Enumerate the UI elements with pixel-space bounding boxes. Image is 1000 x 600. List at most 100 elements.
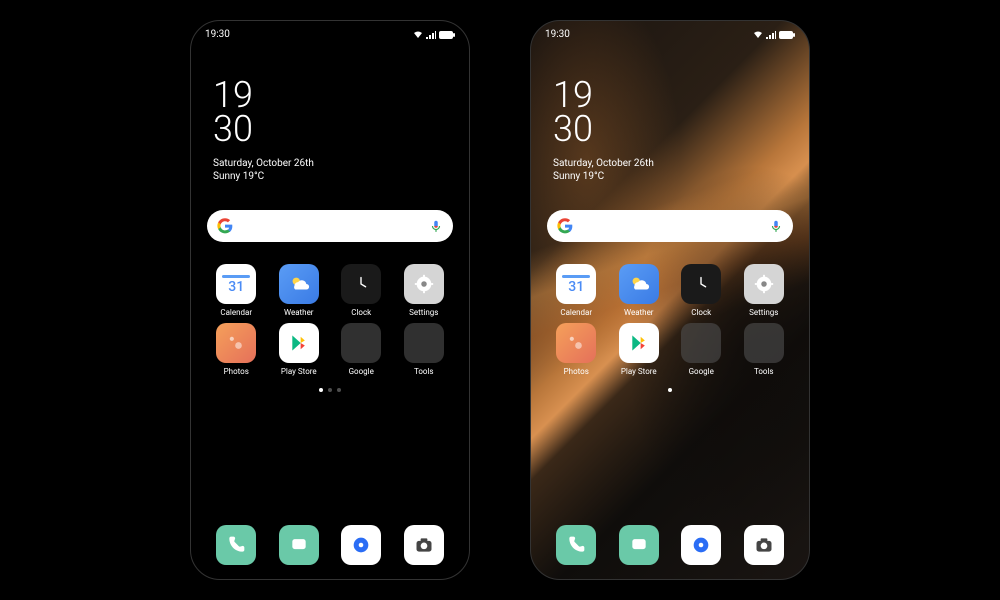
battery-icon <box>439 31 455 39</box>
dock <box>547 525 793 565</box>
page-dot <box>328 388 332 392</box>
battery-icon <box>779 31 795 39</box>
app-label: Weather <box>284 308 314 317</box>
status-time: 19:30 <box>205 29 230 40</box>
clock-minute: 30 <box>213 112 447 146</box>
home-icon-grid: 31 Calendar Weather Clock Settings Photo… <box>531 242 809 376</box>
clock-widget[interactable]: 19 30 Saturday, October 26th Sunny 19°C <box>531 48 809 182</box>
signal-icon <box>766 31 776 39</box>
clock-icon <box>690 273 712 295</box>
gear-icon <box>413 273 435 295</box>
google-logo-icon <box>217 218 233 234</box>
phone-screenshot-dark: 19:30 19 30 Saturday, October 26th Sunny… <box>190 20 470 580</box>
clock-date: Saturday, October 26th <box>553 158 787 169</box>
app-label: Photos <box>564 367 589 376</box>
camera-icon <box>414 535 434 555</box>
app-label: Calendar <box>560 308 592 317</box>
dock-messages[interactable] <box>619 525 659 565</box>
status-time: 19:30 <box>545 29 570 40</box>
page-dot <box>319 388 323 392</box>
app-label: Settings <box>749 308 778 317</box>
folder-icon <box>341 323 381 363</box>
home-icon-grid: 31 Calendar Weather Clock Settings Photo… <box>191 242 469 376</box>
app-weather[interactable]: Weather <box>270 264 329 317</box>
messages-icon <box>289 535 309 555</box>
search-bar[interactable] <box>207 210 453 242</box>
gear-icon <box>753 273 775 295</box>
app-label: Settings <box>409 308 438 317</box>
app-clock[interactable]: Clock <box>332 264 391 317</box>
page-dot <box>337 388 341 392</box>
dock-phone[interactable] <box>556 525 596 565</box>
weather-icon <box>288 273 310 295</box>
google-logo-icon <box>557 218 573 234</box>
app-settings[interactable]: Settings <box>395 264 454 317</box>
status-icons <box>413 31 455 39</box>
clock-date: Saturday, October 26th <box>213 158 447 169</box>
photos-icon <box>566 333 586 353</box>
dock-camera[interactable] <box>404 525 444 565</box>
app-label: Google <box>689 367 714 376</box>
app-calendar[interactable]: 31 Calendar <box>547 264 606 317</box>
app-label: Tools <box>414 367 434 376</box>
play-store-icon <box>629 333 649 353</box>
clock-icon <box>350 273 372 295</box>
app-play-store[interactable]: Play Store <box>610 323 669 376</box>
status-bar: 19:30 <box>531 21 809 48</box>
dock <box>207 525 453 565</box>
search-bar[interactable] <box>547 210 793 242</box>
voice-search-icon[interactable] <box>769 219 783 233</box>
phone-screenshot-wallpaper: 19:30 19 30 Saturday, October 26th Sunny… <box>530 20 810 580</box>
folder-tools[interactable]: Tools <box>735 323 794 376</box>
camera-icon <box>754 535 774 555</box>
folder-tools[interactable]: Tools <box>395 323 454 376</box>
page-indicator <box>191 388 469 392</box>
app-clock[interactable]: Clock <box>672 264 731 317</box>
app-weather[interactable]: Weather <box>610 264 669 317</box>
messages-icon <box>629 535 649 555</box>
dock-messages[interactable] <box>279 525 319 565</box>
phone-icon <box>226 535 246 555</box>
dock-music[interactable] <box>681 525 721 565</box>
folder-icon <box>744 323 784 363</box>
status-bar: 19:30 <box>191 21 469 48</box>
page-dot <box>668 388 672 392</box>
app-label: Play Store <box>281 367 317 376</box>
weather-icon <box>628 273 650 295</box>
app-label: Tools <box>754 367 774 376</box>
app-label: Clock <box>691 308 711 317</box>
folder-google[interactable]: Google <box>672 323 731 376</box>
folder-google[interactable]: Google <box>332 323 391 376</box>
app-settings[interactable]: Settings <box>735 264 794 317</box>
dock-camera[interactable] <box>744 525 784 565</box>
wifi-icon <box>413 31 423 39</box>
app-photos[interactable]: Photos <box>547 323 606 376</box>
clock-hour: 19 <box>553 78 787 112</box>
app-photos[interactable]: Photos <box>207 323 266 376</box>
clock-hour: 19 <box>213 78 447 112</box>
clock-minute: 30 <box>553 112 787 146</box>
clock-weather: Sunny 19°C <box>213 171 447 182</box>
app-play-store[interactable]: Play Store <box>270 323 329 376</box>
voice-search-icon[interactable] <box>429 219 443 233</box>
signal-icon <box>426 31 436 39</box>
phone-icon <box>566 535 586 555</box>
app-label: Play Store <box>621 367 657 376</box>
calendar-date-badge: 31 <box>228 280 244 294</box>
app-label: Photos <box>224 367 249 376</box>
clock-weather: Sunny 19°C <box>553 171 787 182</box>
clock-widget[interactable]: 19 30 Saturday, October 26th Sunny 19°C <box>191 48 469 182</box>
photos-icon <box>226 333 246 353</box>
music-icon <box>690 534 712 556</box>
app-calendar[interactable]: 31 Calendar <box>207 264 266 317</box>
app-label: Clock <box>351 308 371 317</box>
dock-phone[interactable] <box>216 525 256 565</box>
play-store-icon <box>289 333 309 353</box>
dock-music[interactable] <box>341 525 381 565</box>
calendar-date-badge: 31 <box>568 280 584 294</box>
app-label: Google <box>349 367 374 376</box>
music-icon <box>350 534 372 556</box>
folder-icon <box>681 323 721 363</box>
app-label: Weather <box>624 308 654 317</box>
status-icons <box>753 31 795 39</box>
